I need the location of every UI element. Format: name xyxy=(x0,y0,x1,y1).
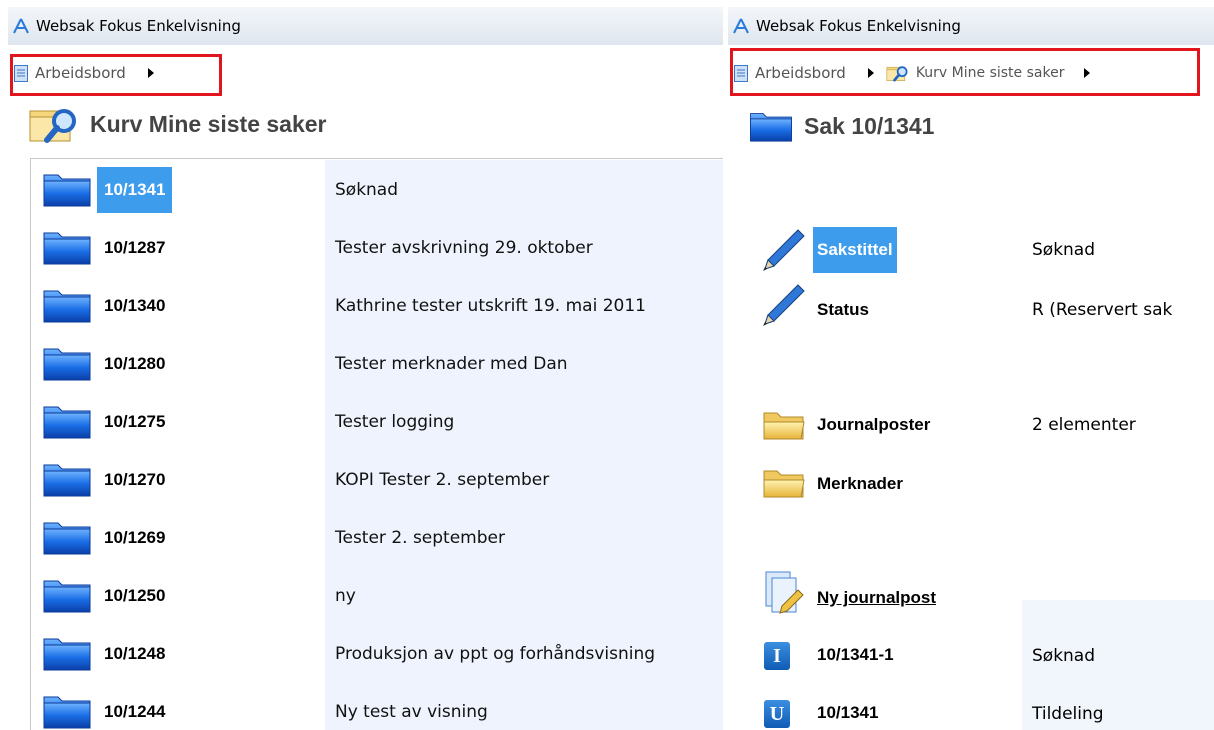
websak-logo-icon xyxy=(733,18,749,34)
window-title: Websak Fokus Enkelvisning xyxy=(36,17,241,35)
case-row[interactable]: 10/1270 KOPI Tester 2. september xyxy=(31,453,723,511)
case-number[interactable]: 10/1287 xyxy=(97,225,172,271)
window-titlebar: Websak Fokus Enkelvisning xyxy=(8,7,723,45)
status-label[interactable]: Status xyxy=(817,300,869,320)
case-row[interactable]: 10/1269 Tester 2. september xyxy=(31,511,723,569)
new-document-icon[interactable] xyxy=(762,570,806,620)
case-folder-icon xyxy=(43,345,91,381)
case-number[interactable]: 10/1280 xyxy=(97,341,172,387)
case-folder-icon xyxy=(43,287,91,323)
entry-id[interactable]: 10/1341 xyxy=(817,703,878,723)
folder-icon[interactable] xyxy=(762,408,806,442)
case-folder-icon xyxy=(43,461,91,497)
journalposter-label[interactable]: Journalposter xyxy=(817,415,930,435)
case-number[interactable]: 10/1244 xyxy=(97,689,172,730)
case-number[interactable]: 10/1269 xyxy=(97,515,172,561)
new-journal-entry-link[interactable]: Ny journalpost xyxy=(817,588,936,608)
edit-pencil-icon[interactable] xyxy=(758,283,806,331)
case-number[interactable]: 10/1275 xyxy=(97,399,172,445)
right-window: Websak Fokus Enkelvisning Arbeidsbord Ku… xyxy=(728,0,1214,730)
case-list: 10/1341 Søknad 10/1287 Tester avskrivning 2… xyxy=(30,158,723,730)
window-titlebar: Websak Fokus Enkelvisning xyxy=(728,7,1214,45)
case-number[interactable]: 10/1250 xyxy=(97,573,172,619)
case-title: Tester avskrivning 29. oktober xyxy=(335,238,593,258)
case-folder-icon xyxy=(43,171,91,207)
entry-title: Søknad xyxy=(1032,646,1096,666)
case-row[interactable]: 10/1244 Ny test av visning xyxy=(31,685,723,730)
entry-title: Tildeling xyxy=(1032,704,1104,724)
case-title: Søknad xyxy=(335,180,399,200)
case-row[interactable]: 10/1287 Tester avskrivning 29. oktober xyxy=(31,221,723,279)
case-folder-icon xyxy=(748,110,794,142)
incoming-document-icon: I xyxy=(764,642,790,670)
journalposter-count: 2 elementer xyxy=(1032,415,1136,435)
page-title: Sak 10/1341 xyxy=(748,110,934,142)
case-title: Tester 2. september xyxy=(335,528,505,548)
case-number[interactable]: 10/1248 xyxy=(97,631,172,677)
case-row[interactable]: 10/1275 Tester logging xyxy=(31,395,723,453)
page-title: Kurv Mine siste saker xyxy=(28,103,327,145)
breadcrumb-highlight xyxy=(10,54,222,96)
sakstittel-label[interactable]: Sakstittel xyxy=(813,227,897,273)
case-number[interactable]: 10/1341 xyxy=(97,167,173,213)
case-title: KOPI Tester 2. september xyxy=(335,470,550,490)
basket-search-icon xyxy=(28,103,86,145)
left-window: Websak Fokus Enkelvisning Arbeidsbord Ku… xyxy=(8,0,723,730)
outgoing-document-icon: U xyxy=(764,700,790,728)
entry-id[interactable]: 10/1341-1 xyxy=(817,645,894,665)
case-row[interactable]: 10/1341 Søknad xyxy=(31,163,723,221)
case-folder-icon xyxy=(43,577,91,613)
case-row[interactable]: 10/1340 Kathrine tester utskrift 19. mai … xyxy=(31,279,723,337)
folder-icon[interactable] xyxy=(762,466,806,500)
case-folder-icon xyxy=(43,635,91,671)
case-row[interactable]: 10/1280 Tester merknader med Dan xyxy=(31,337,723,395)
case-row[interactable]: 10/1250 ny xyxy=(31,569,723,627)
edit-pencil-icon[interactable] xyxy=(758,228,806,276)
case-folder-icon xyxy=(43,693,91,729)
case-number[interactable]: 10/1340 xyxy=(97,283,172,329)
case-row[interactable]: 10/1248 Produksjon av ppt og forhåndsvisn… xyxy=(31,627,723,685)
case-folder-icon xyxy=(43,403,91,439)
case-folder-icon xyxy=(43,229,91,265)
window-title: Websak Fokus Enkelvisning xyxy=(756,17,961,35)
websak-logo-icon xyxy=(13,18,29,34)
case-title: Tester logging xyxy=(335,412,455,432)
case-title: ny xyxy=(335,586,356,606)
breadcrumb-highlight xyxy=(730,48,1200,96)
case-title: Kathrine tester utskrift 19. mai 2011 xyxy=(335,296,646,316)
case-title: Produksjon av ppt og forhåndsvisning xyxy=(335,644,656,664)
case-folder-icon xyxy=(43,519,91,555)
status-value: R (Reservert sak xyxy=(1032,300,1173,320)
case-number[interactable]: 10/1270 xyxy=(97,457,172,503)
sakstittel-value: Søknad xyxy=(1032,240,1096,260)
case-title: Tester merknader med Dan xyxy=(335,354,568,374)
merknader-label[interactable]: Merknader xyxy=(817,474,903,494)
case-title: Ny test av visning xyxy=(335,702,488,722)
